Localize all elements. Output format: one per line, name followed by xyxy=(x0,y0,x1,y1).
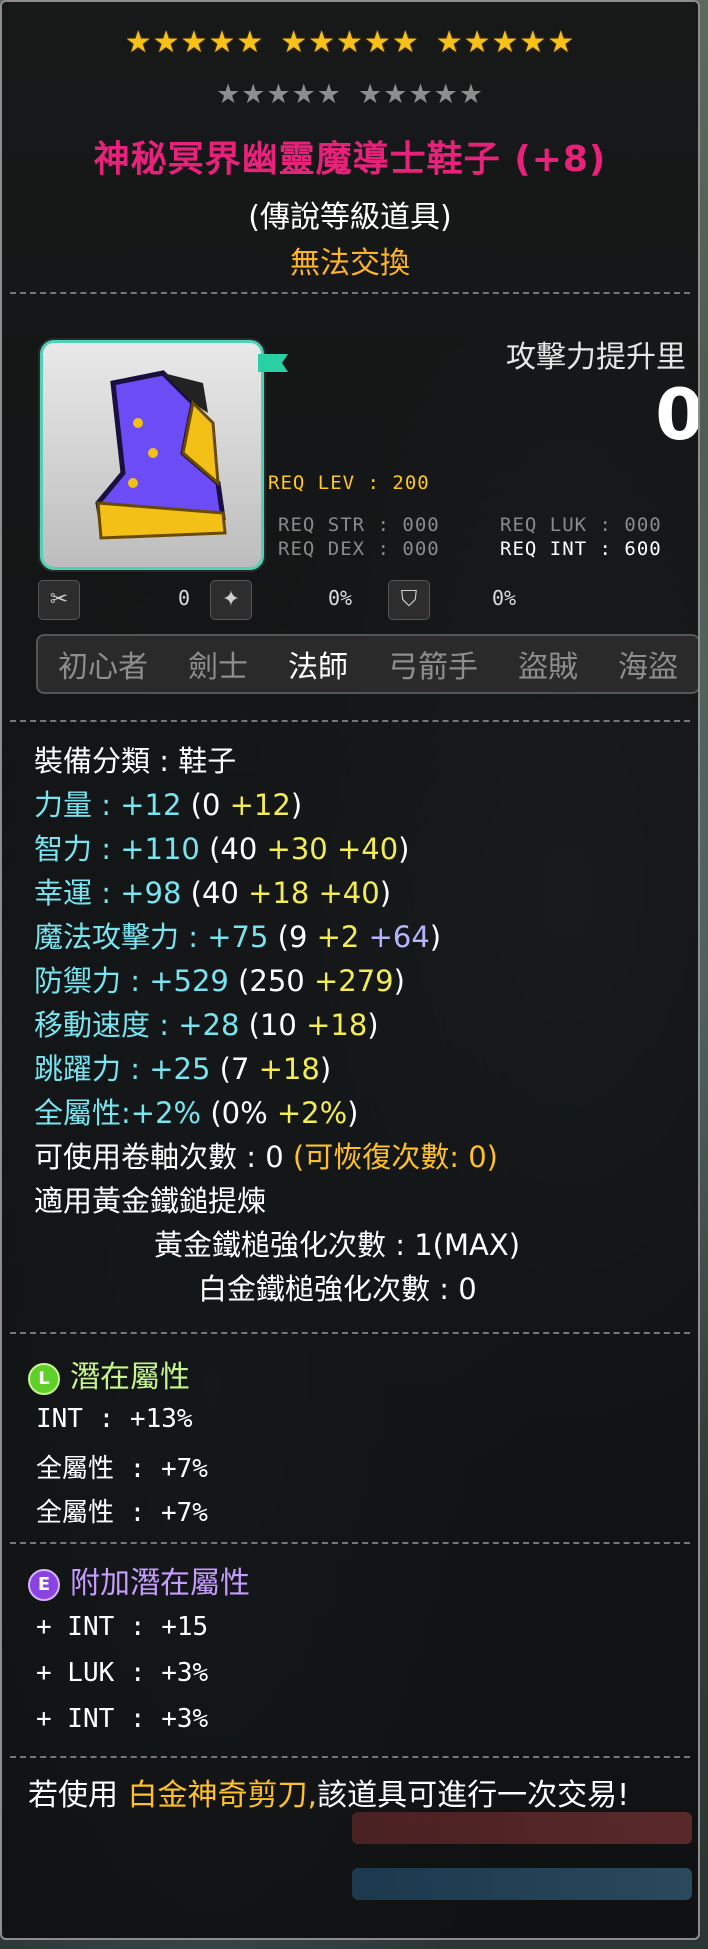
attack-increase-value: 0 xyxy=(655,374,700,456)
stat-category: 裝備分類 : 鞋子 xyxy=(34,744,237,778)
star-group-2: ★★★★★ xyxy=(280,25,420,60)
epic-potential-icon: E xyxy=(28,1568,60,1601)
hammer-title: 適用黃金鐵鎚提煉 xyxy=(34,1184,267,1218)
additional-line-1: + INT : +15 xyxy=(36,1612,209,1642)
star-force-value: 0% xyxy=(328,586,353,610)
additional-line-3: + INT : +3% xyxy=(36,1704,209,1734)
potential-title: 潛在屬性 xyxy=(70,1360,190,1395)
trade-status: 無法交換 xyxy=(290,246,410,281)
divider xyxy=(10,1756,690,1758)
potential-line-1: INT : +13% xyxy=(36,1404,193,1434)
stat-defense: 防禦力 : +529 (250 +279) xyxy=(34,964,405,998)
additional-line-2: + LUK : +3% xyxy=(36,1658,209,1688)
req-luk: REQ LUK : 000 xyxy=(500,514,662,536)
platinum-hammer-count: 白金鐵槌強化次數 : 0 xyxy=(198,1272,477,1306)
stat-str: 力量 : +12 (0 +12) xyxy=(34,788,303,822)
divider xyxy=(10,1332,690,1334)
star-force-gold: ★★★★★ ★★★★★ ★★★★★ xyxy=(2,28,698,58)
job-list: 初心者 劍士 法師 弓箭手 盜賊 海盜 xyxy=(36,634,698,694)
star-force-empty: ★★★★★ ★★★★★ xyxy=(2,80,698,110)
legendary-potential-icon: L xyxy=(28,1362,60,1395)
stat-int: 智力 : +110 (40 +30 +40) xyxy=(34,832,410,866)
shield-value: 0% xyxy=(492,586,517,610)
stat-luk: 幸運 : +98 (40 +18 +40) xyxy=(34,876,392,910)
job-warrior: 劍士 xyxy=(188,650,248,685)
stat-speed: 移動速度 : +28 (10 +18) xyxy=(34,1008,379,1042)
gold-hammer-count: 黃金鐵槌強化次數 : 1(MAX) xyxy=(154,1228,521,1262)
job-thief: 盜賊 xyxy=(518,650,578,685)
item-icon-frame xyxy=(40,340,264,570)
req-str: REQ STR : 000 xyxy=(278,514,440,536)
divider xyxy=(10,292,690,294)
scissors-value: 0 xyxy=(178,586,191,610)
star-group-1: ★★★★★ xyxy=(124,25,265,60)
job-beginner: 初心者 xyxy=(58,650,148,685)
star-group-5: ★★★★★ xyxy=(358,79,485,110)
star-group-3: ★★★★★ xyxy=(435,25,576,60)
scroll-count: 可使用卷軸次數 : 0 (可恢復次數: 0) xyxy=(34,1140,498,1174)
potential-line-2: 全屬性 : +7% xyxy=(36,1454,208,1484)
req-int: REQ INT : 600 xyxy=(500,538,662,560)
mp-bar-background xyxy=(352,1868,692,1900)
req-dex: REQ DEX : 000 xyxy=(278,538,440,560)
job-magician: 法師 xyxy=(288,650,348,685)
job-pirate: 海盜 xyxy=(618,650,678,685)
stat-jump: 跳躍力 : +25 (7 +18) xyxy=(34,1052,332,1086)
req-level: REQ LEV : 200 xyxy=(268,472,430,494)
additional-potential-header: E 附加潛在屬性 xyxy=(28,1558,250,1602)
attack-increase-label: 攻擊力提升里 xyxy=(506,340,686,375)
item-grade: (傳說等級道具) xyxy=(248,200,452,235)
item-tooltip: ★★★★★ ★★★★★ ★★★★★ ★★★★★ ★★★★★ 神秘冥界幽靈魔導士鞋子 (… xyxy=(0,0,700,1940)
divider xyxy=(10,720,690,722)
upgrade-info-row: ✂ 0 ✦ 0% ⛉ 0% xyxy=(38,580,678,620)
star-group-4: ★★★★★ xyxy=(215,79,342,110)
boots-icon xyxy=(95,370,227,540)
hp-bar-background xyxy=(352,1812,692,1844)
stat-magic-attack: 魔法攻擊力 : +75 (9 +2 +64) xyxy=(34,920,442,954)
job-archer: 弓箭手 xyxy=(388,650,478,685)
divider xyxy=(10,1542,690,1544)
item-name: 神秘冥界幽靈魔導士鞋子 (+8) xyxy=(93,139,607,180)
star-force-icon: ✦ xyxy=(210,580,252,620)
shield-icon: ⛉ xyxy=(388,580,430,620)
stat-all: 全屬性:+2% (0% +2%) xyxy=(34,1096,359,1130)
flag-icon xyxy=(258,354,288,372)
additional-potential-title: 附加潛在屬性 xyxy=(70,1566,250,1601)
scissors-icon: ✂ xyxy=(38,580,80,620)
potential-header: L 潛在屬性 xyxy=(28,1352,190,1396)
potential-line-3: 全屬性 : +7% xyxy=(36,1498,208,1528)
